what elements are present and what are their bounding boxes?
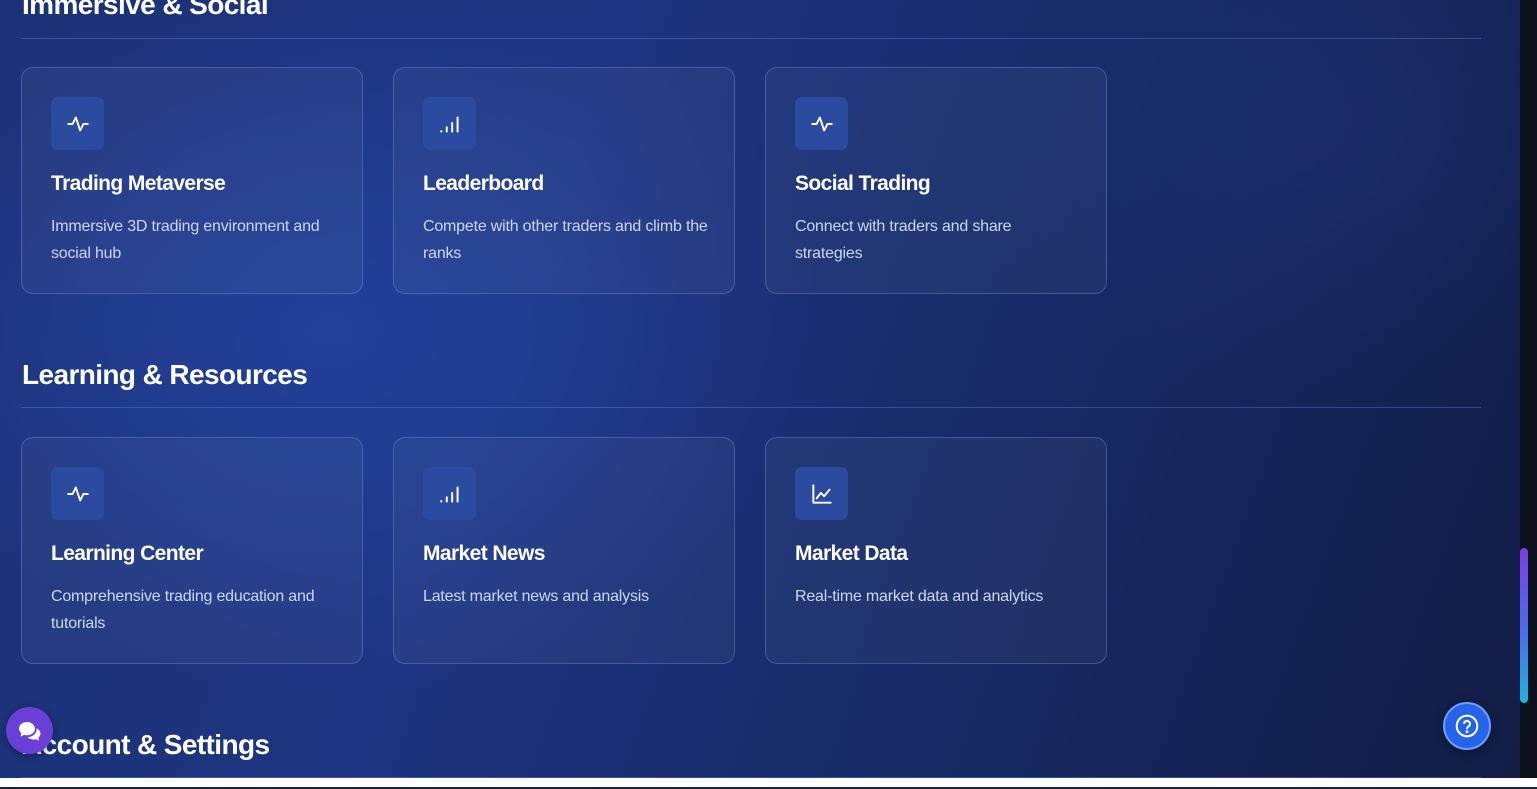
activity-icon [51,467,104,520]
page-viewport: Immersive & Social Trading Metaverse Imm… [0,0,1520,778]
signal-bars-icon [423,467,476,520]
card-trading-metaverse[interactable]: Trading Metaverse Immersive 3D trading e… [21,67,363,294]
card-description: Connect with traders and share strategie… [795,218,1012,262]
card-title: Leaderboard [423,172,544,195]
card-title: Social Trading [795,172,931,195]
card-learning-center[interactable]: Learning Center Comprehensive trading ed… [21,437,363,664]
card-leaderboard[interactable]: Leaderboard Compete with other traders a… [393,67,735,294]
card-market-data[interactable]: Market Data Real-time market data and an… [765,437,1107,664]
section-divider [21,407,1481,408]
card-description: Comprehensive trading education and tuto… [51,588,315,632]
line-chart-icon [795,467,848,520]
activity-icon [51,97,104,150]
card-description: Latest market news and analysis [423,588,649,605]
card-title: Market News [423,542,545,565]
activity-icon [795,97,848,150]
card-title: Market Data [795,542,908,565]
chat-bubbles-icon [16,717,44,745]
section-title-account-settings: Account & Settings [22,729,270,760]
help-circle-icon [1454,713,1480,739]
card-market-news[interactable]: Market News Latest market news and analy… [393,437,735,664]
card-description: Real-time market data and analytics [795,588,1044,605]
card-title: Trading Metaverse [51,172,226,195]
card-description: Compete with other traders and climb the… [423,218,708,262]
section-divider [21,38,1481,39]
help-button[interactable] [1443,702,1491,750]
card-title: Learning Center [51,542,204,565]
card-social-trading[interactable]: Social Trading Connect with traders and … [765,67,1107,294]
section-title-immersive-social: Immersive & Social [22,0,269,20]
section-title-learning-resources: Learning & Resources [22,359,308,390]
scrollbar-thumb[interactable] [1520,548,1528,703]
signal-bars-icon [423,97,476,150]
chat-button[interactable] [6,707,53,754]
card-description: Immersive 3D trading environment and soc… [51,218,320,262]
